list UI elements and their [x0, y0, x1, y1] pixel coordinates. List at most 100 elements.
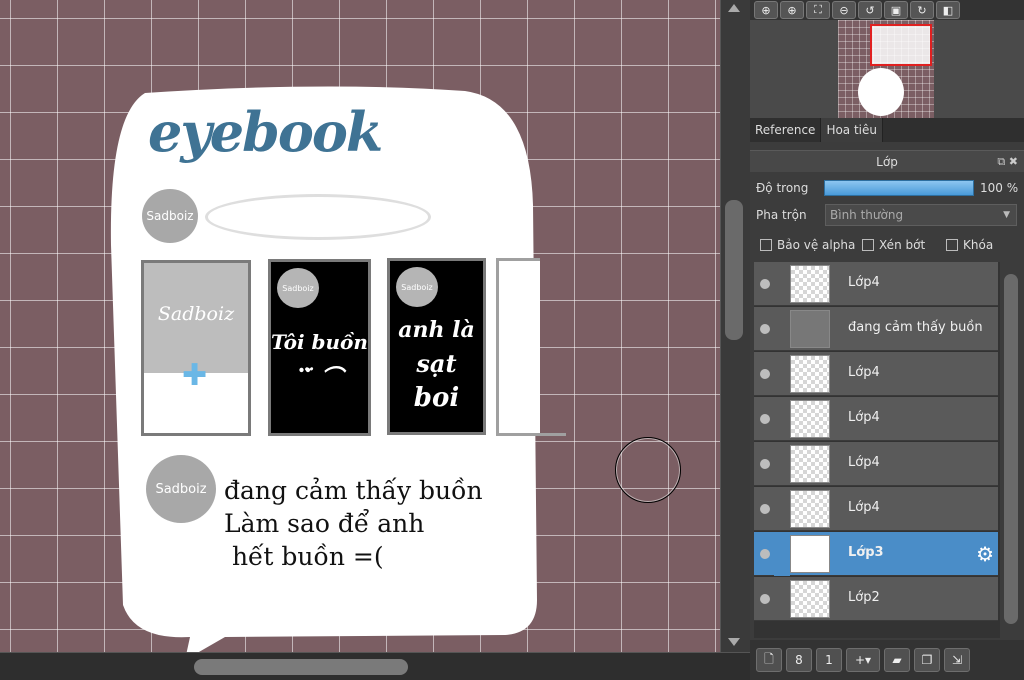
blend-mode-select[interactable]: Bình thường ▼	[825, 204, 1017, 226]
visibility-eye-icon[interactable]	[760, 504, 770, 514]
opacity-slider[interactable]	[824, 180, 974, 196]
vertical-scroll-thumb[interactable]	[725, 200, 743, 340]
story-avatar-label: Sadboiz	[282, 283, 314, 293]
visibility-eye-icon[interactable]	[760, 414, 770, 424]
checkbox-label: Xén bớt	[879, 238, 926, 252]
flip-icon[interactable]: ◧	[936, 1, 960, 19]
navigator-character-thumbnail	[858, 68, 904, 116]
add-story-label: Sadboiz	[157, 303, 235, 325]
layer-name: Lớp4	[848, 410, 880, 425]
layer-list: Lớp4 đang cảm thấy buồn Lớp4 Lớp4 Lớp4 L…	[754, 262, 1000, 638]
layer-row[interactable]: Lớp2	[754, 577, 998, 621]
avatar-label: Sadboiz	[146, 209, 194, 223]
layer-scroll-thumb[interactable]	[1004, 274, 1018, 624]
post-avatar: Sadboiz	[146, 455, 216, 523]
story-text-line: boi	[413, 383, 460, 413]
canvas-horizontal-scrollbar[interactable]	[0, 652, 750, 680]
duplicate-layer-icon[interactable]: ❐	[914, 648, 940, 672]
visibility-eye-icon[interactable]	[760, 549, 770, 559]
story-avatar: Sadboiz	[396, 267, 438, 307]
new-halftone-layer-icon[interactable]: 1	[816, 648, 842, 672]
new-color-layer-icon[interactable]: 8	[786, 648, 812, 672]
story-card-edge	[496, 433, 566, 436]
checkbox-label: Bảo vệ alpha	[777, 238, 856, 252]
chevron-down-icon: ▼	[1003, 210, 1010, 220]
gear-icon[interactable]: ⚙	[976, 542, 994, 566]
post-avatar-label: Sadboiz	[155, 481, 207, 497]
drawing-canvas[interactable]: eyebook Sadboiz Sadboiz ✚ Sadboiz Tôi bu…	[0, 0, 720, 652]
navigator-panel	[750, 20, 1024, 118]
story-avatar: Sadboiz	[277, 268, 319, 308]
visibility-eye-icon[interactable]	[760, 279, 770, 289]
checkbox-box[interactable]	[946, 239, 958, 251]
canvas-vertical-scrollbar[interactable]	[720, 0, 750, 652]
opacity-value: 100 %	[980, 181, 1019, 195]
layer-name: Lớp2	[848, 590, 880, 605]
layer-thumbnail	[790, 445, 830, 483]
layer-thumbnail	[790, 310, 830, 348]
brush-cursor	[615, 437, 681, 503]
fit-icon[interactable]: ⛶	[806, 1, 830, 19]
visibility-eye-icon[interactable]	[760, 459, 770, 469]
rotate-right-icon[interactable]: ↻	[910, 1, 934, 19]
opacity-label: Độ trong	[756, 181, 809, 195]
new-folder-icon[interactable]: ▰	[884, 648, 910, 672]
layer-row[interactable]: đang cảm thấy buồn	[754, 307, 998, 351]
layer-row[interactable]: Lớp4	[754, 397, 998, 441]
status-input-sketch	[205, 194, 431, 240]
layer-row[interactable]: Lớp4	[754, 262, 998, 306]
layer-row[interactable]: Lớp4	[754, 442, 998, 486]
checkbox-label: Khóa	[963, 238, 994, 252]
layer-toolbar: 🗋 8 1 +▾ ▰ ❐ ⇲	[750, 640, 1024, 680]
navigator-toolbar: ⊕ ⊕ ⛶ ⊖ ↺ ▣ ↻ ◧	[750, 0, 1024, 20]
zoom-in-icon[interactable]: ⊕	[754, 1, 778, 19]
scroll-down-icon[interactable]	[728, 638, 740, 646]
post-line: hết buồn =(	[224, 542, 384, 571]
navigator-viewport-rect[interactable]	[870, 24, 932, 66]
visibility-eye-icon[interactable]	[760, 369, 770, 379]
layer-row[interactable]: Lớp4	[754, 487, 998, 531]
layer-name: Lớp3	[848, 545, 884, 560]
layer-thumbnail	[790, 580, 830, 618]
merge-layer-icon[interactable]: ⇲	[944, 648, 970, 672]
checkbox-box[interactable]	[862, 239, 874, 251]
protect-alpha-checkbox[interactable]: Bảo vệ alpha	[760, 238, 855, 252]
layer-thumbnail	[790, 355, 830, 393]
layer-panel-title: Lớp	[876, 155, 898, 169]
story-avatar-label: Sadboiz	[401, 282, 433, 292]
tab-reference[interactable]: Reference	[750, 118, 822, 142]
story-text-line: sạt	[416, 349, 457, 378]
story-card: Sadboiz Tôi buồn ⠉̈ ⌒	[268, 259, 371, 436]
lock-checkbox[interactable]: Khóa	[946, 238, 993, 252]
right-panel: ⊕ ⊕ ⛶ ⊖ ↺ ▣ ↻ ◧ Reference Hoa tiêu Lớp ⧉…	[750, 0, 1024, 680]
layer-row[interactable]: Lớp4	[754, 352, 998, 396]
story-text-line: Tôi buồn	[271, 330, 368, 354]
fit-window-icon[interactable]: ▣	[884, 1, 908, 19]
checkbox-box[interactable]	[760, 239, 772, 251]
close-icon[interactable]: ✖	[1009, 155, 1018, 168]
layer-thumbnail	[790, 535, 830, 573]
blend-label: Pha trộn	[756, 208, 807, 222]
visibility-eye-icon[interactable]	[760, 594, 770, 604]
layer-name: Lớp4	[848, 275, 880, 290]
clipping-checkbox[interactable]: Xén bớt	[862, 238, 925, 252]
tab-hoa-tieu[interactable]: Hoa tiêu	[821, 118, 883, 142]
new-layer-icon[interactable]: 🗋	[756, 648, 782, 672]
navigator-tabs: Reference Hoa tiêu	[750, 118, 1024, 142]
visibility-eye-icon[interactable]	[760, 324, 770, 334]
zoom-in-icon[interactable]: ⊕	[780, 1, 804, 19]
horizontal-scroll-thumb[interactable]	[194, 659, 408, 675]
rotate-left-icon[interactable]: ↺	[858, 1, 882, 19]
add-layer-menu-icon[interactable]: +▾	[846, 648, 880, 672]
story-card-partial	[496, 258, 540, 436]
scroll-up-icon[interactable]	[728, 4, 740, 12]
plus-icon: ✚	[182, 358, 208, 393]
layer-row-selected[interactable]: Lớp3 ⚙	[754, 532, 998, 576]
post-line: Làm sao để anh	[224, 509, 425, 538]
layer-list-scrollbar[interactable]	[1000, 262, 1022, 638]
layer-name: Lớp4	[848, 455, 880, 470]
popout-icon[interactable]: ⧉	[997, 155, 1005, 168]
zoom-out-icon[interactable]: ⊖	[832, 1, 856, 19]
post-line: đang cảm thấy buồn	[224, 476, 483, 505]
layer-thumbnail	[790, 490, 830, 528]
